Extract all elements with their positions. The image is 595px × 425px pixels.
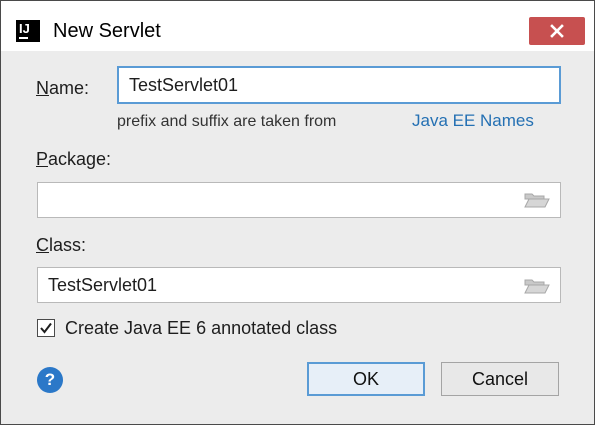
name-field[interactable] [117, 66, 561, 104]
package-field[interactable] [37, 182, 561, 218]
java-ee-names-link[interactable]: Java EE Names [412, 111, 534, 131]
ok-button[interactable]: OK [307, 362, 425, 396]
dialog-content: Name: prefix and suffix are taken from J… [1, 51, 594, 424]
new-servlet-dialog: IJ New Servlet Name: prefix and suffix a… [0, 0, 595, 425]
package-label-rest: ackage: [48, 149, 112, 169]
package-label-mnemonic: P [36, 149, 49, 169]
annotated-class-label[interactable]: Create Java EE 6 annotated class [65, 318, 337, 339]
intellij-icon: IJ [16, 20, 40, 42]
class-label: Class: [36, 235, 86, 256]
cancel-button[interactable]: Cancel [441, 362, 559, 396]
app-icon-text: IJ [19, 21, 30, 36]
annotated-class-checkbox[interactable] [37, 319, 55, 337]
class-field[interactable] [37, 267, 561, 303]
class-label-mnemonic: C [36, 235, 49, 255]
window-title: New Servlet [53, 20, 161, 42]
naming-hint: prefix and suffix are taken from [117, 113, 337, 130]
name-label-mnemonic: N [36, 78, 49, 98]
folder-icon[interactable] [524, 277, 550, 295]
title-bar[interactable]: IJ New Servlet [1, 1, 594, 51]
checkmark-icon [40, 322, 52, 334]
help-icon: ? [44, 370, 56, 389]
folder-icon[interactable] [524, 191, 550, 209]
name-label: Name: [36, 78, 89, 99]
name-label-rest: ame: [49, 78, 90, 98]
close-button[interactable] [529, 17, 585, 45]
app-icon-underline [19, 37, 28, 39]
class-label-rest: lass: [49, 235, 87, 255]
help-button[interactable]: ? [37, 367, 63, 393]
package-label: Package: [36, 149, 111, 170]
close-icon [550, 24, 564, 38]
